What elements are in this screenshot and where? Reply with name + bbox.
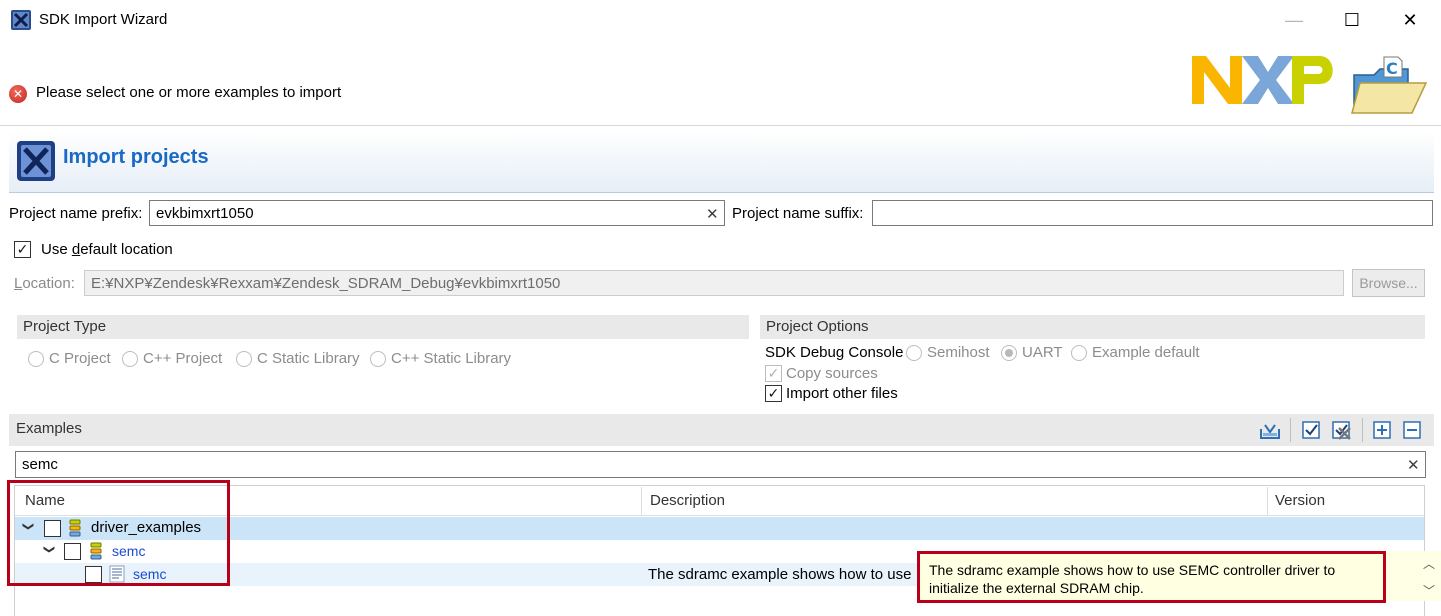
c-project-radio[interactable] bbox=[28, 351, 44, 367]
location-label: Location: bbox=[14, 275, 75, 292]
cpp-static-library-label: C++ Static Library bbox=[391, 350, 512, 367]
column-separator[interactable] bbox=[641, 487, 642, 516]
folder-icon: C bbox=[1351, 56, 1428, 114]
column-header-version[interactable]: Version bbox=[1275, 492, 1325, 509]
import-other-files-checkbox[interactable]: ✓ bbox=[765, 385, 782, 402]
uncheck-all-icon[interactable] bbox=[1330, 419, 1352, 441]
copy-sources-checkbox: ✓ bbox=[765, 365, 782, 382]
toolbar-separator bbox=[1290, 418, 1291, 442]
collapse-all-icon[interactable] bbox=[1401, 419, 1423, 441]
location-input: E:¥NXP¥Zendesk¥Rexxam¥Zendesk_SDRAM_Debu… bbox=[84, 270, 1344, 296]
suffix-input[interactable] bbox=[872, 200, 1433, 226]
cpp-project-radio[interactable] bbox=[122, 351, 138, 367]
column-header-description[interactable]: Description bbox=[650, 492, 725, 509]
uart-label: UART bbox=[1022, 344, 1063, 361]
toolbar-separator bbox=[1362, 418, 1363, 442]
nxp-logo bbox=[1192, 56, 1333, 104]
page-title: Import projects bbox=[63, 146, 209, 168]
project-options-header: Project Options bbox=[760, 315, 1425, 339]
expand-all-icon[interactable] bbox=[1371, 419, 1393, 441]
prefix-input[interactable]: evkbimxrt1050 bbox=[149, 200, 725, 226]
import-other-files-label: Import other files bbox=[786, 385, 898, 402]
status-message: Please select one or more examples to im… bbox=[36, 84, 342, 101]
c-static-library-radio[interactable] bbox=[236, 351, 252, 367]
import-icon[interactable] bbox=[1259, 419, 1281, 441]
example-default-radio[interactable] bbox=[1071, 345, 1087, 361]
error-icon: ✕ bbox=[9, 85, 27, 103]
scroll-down-icon[interactable]: ﹀ bbox=[1423, 582, 1435, 599]
browse-button: Browse... bbox=[1352, 269, 1425, 297]
suffix-label: Project name suffix: bbox=[732, 205, 864, 222]
uart-radio[interactable] bbox=[1001, 345, 1017, 361]
tooltip-text: The sdramc example shows how to use SEMC… bbox=[929, 562, 1336, 596]
project-type-header: Project Type bbox=[17, 315, 749, 339]
c-static-library-label: C Static Library bbox=[257, 350, 360, 367]
scroll-up-icon[interactable]: ︿ bbox=[1423, 555, 1435, 572]
close-button[interactable]: ✕ bbox=[1381, 0, 1439, 40]
examples-header bbox=[9, 414, 1434, 446]
window-title: SDK Import Wizard bbox=[39, 11, 168, 28]
column-separator[interactable] bbox=[1267, 487, 1268, 516]
title-bar bbox=[0, 0, 1441, 40]
c-project-label: C Project bbox=[49, 350, 111, 367]
highlight-box bbox=[7, 480, 230, 586]
default-location-label: Use default location bbox=[41, 241, 173, 258]
examples-filter-input[interactable]: semc bbox=[15, 451, 1426, 478]
copy-sources-label: Copy sources bbox=[786, 365, 878, 382]
example-default-label: Example default bbox=[1092, 344, 1200, 361]
clear-prefix-icon[interactable]: ✕ bbox=[706, 205, 719, 223]
page-banner bbox=[9, 131, 1434, 193]
row-description: The sdramc example shows how to use bbox=[648, 566, 912, 583]
svg-text:C: C bbox=[1386, 59, 1398, 78]
default-location-checkbox[interactable]: ✓ bbox=[14, 241, 31, 258]
cpp-project-label: C++ Project bbox=[143, 350, 223, 367]
prefix-label: Project name prefix: bbox=[9, 205, 143, 222]
semihost-label: Semihost bbox=[927, 344, 990, 361]
minimize-button[interactable]: — bbox=[1265, 0, 1323, 40]
clear-filter-icon[interactable]: ✕ bbox=[1407, 456, 1420, 474]
maximize-button[interactable]: ☐ bbox=[1323, 0, 1381, 40]
mcuxpresso-icon bbox=[17, 141, 55, 181]
check-all-icon[interactable] bbox=[1300, 419, 1322, 441]
debug-console-label: SDK Debug Console bbox=[765, 344, 904, 361]
app-icon bbox=[11, 10, 31, 30]
semihost-radio[interactable] bbox=[906, 345, 922, 361]
examples-title: Examples bbox=[16, 420, 82, 437]
cpp-static-library-radio[interactable] bbox=[370, 351, 386, 367]
